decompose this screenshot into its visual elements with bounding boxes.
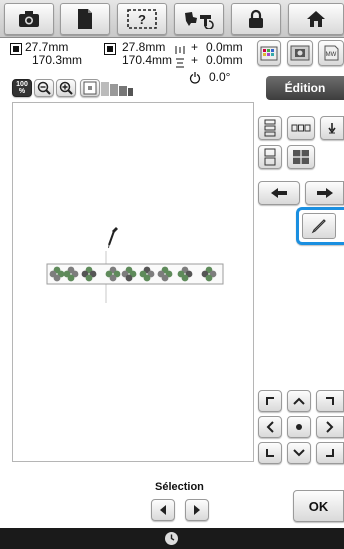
help-button[interactable]: ?	[117, 3, 167, 35]
corner-bottom-left-icon	[265, 448, 275, 458]
top-toolbar: ?	[0, 0, 344, 38]
arrow-right-button[interactable]	[305, 181, 344, 205]
thread-palette-icon	[260, 44, 278, 62]
scan-image-button[interactable]	[287, 40, 313, 66]
zoom-in-button[interactable]	[56, 79, 76, 97]
zoom-in-icon	[59, 81, 73, 95]
zoom-level-unit: %	[18, 88, 26, 95]
ok-button[interactable]: OK	[293, 490, 344, 522]
move-up-button[interactable]	[287, 390, 311, 412]
arrow-left-icon	[270, 187, 288, 199]
split-vertical-icon	[263, 148, 277, 166]
move-top-right-button[interactable]	[316, 390, 344, 412]
camera-button[interactable]	[4, 3, 54, 35]
center-dot-icon	[295, 423, 303, 431]
camera-icon	[18, 10, 40, 28]
corner-bottom-right-icon	[325, 448, 335, 458]
thread-color-button[interactable]	[257, 40, 281, 66]
zoom-out-button[interactable]	[34, 79, 54, 97]
vertical-offset-icon	[175, 55, 185, 73]
rotation-value: 0.0°	[209, 70, 231, 84]
help-icon: ?	[127, 9, 157, 29]
home-icon	[306, 10, 326, 28]
svg-text:?: ?	[138, 12, 146, 27]
corner-top-right-icon	[325, 396, 335, 406]
memory-button[interactable]: MW	[318, 40, 344, 66]
horizontal-layout-icon	[291, 123, 311, 133]
grid-view-icon	[83, 81, 97, 95]
height-value-1: 170.3mm	[32, 53, 83, 67]
selection-label: Sélection	[155, 481, 204, 493]
file-button[interactable]	[60, 3, 110, 35]
size-icon-2	[104, 42, 116, 60]
zoom-out-icon	[37, 81, 51, 95]
move-down-button-pad[interactable]	[287, 442, 311, 464]
needle-point-button[interactable]	[296, 207, 344, 245]
move-down-button[interactable]	[320, 116, 344, 140]
home-button[interactable]	[288, 3, 344, 35]
background-preview-icon	[101, 80, 133, 96]
status-bar	[0, 528, 344, 549]
grid-view-button[interactable]	[80, 79, 100, 97]
arrow-right-icon	[316, 187, 334, 199]
move-right-button[interactable]	[316, 416, 344, 438]
vertical-layout-icon	[263, 119, 277, 137]
embroidery-button[interactable]	[174, 3, 224, 35]
align-horizontal-button[interactable]	[287, 116, 315, 140]
embroidery-canvas[interactable]	[12, 102, 254, 462]
needle-point-button-face	[302, 213, 336, 239]
triangle-left-icon	[159, 505, 167, 515]
tab-edition[interactable]: Édition	[266, 76, 344, 100]
arrow-left-button[interactable]	[258, 181, 300, 205]
grid-fill-button[interactable]	[287, 145, 315, 169]
align-vertical-button[interactable]	[258, 116, 282, 140]
rotation-icon	[189, 71, 201, 89]
triangle-right-icon	[193, 505, 201, 515]
offset-y-sign: +	[191, 53, 199, 67]
move-bottom-left-button[interactable]	[258, 442, 282, 464]
chevron-right-icon	[326, 421, 334, 433]
zoom-level-text: 100%	[16, 81, 28, 95]
grid-fill-icon	[292, 149, 310, 165]
chevron-down-icon	[293, 449, 305, 457]
selection-prev-button[interactable]	[151, 499, 175, 521]
svg-text:MW: MW	[326, 52, 337, 58]
move-bottom-right-button[interactable]	[316, 442, 344, 464]
offset-y-value: 0.0mm	[206, 53, 243, 67]
chevron-up-icon	[293, 397, 305, 405]
move-left-button[interactable]	[258, 416, 282, 438]
zoom-level-value: 100	[16, 81, 28, 88]
lock-button[interactable]	[231, 3, 281, 35]
lock-icon	[248, 9, 264, 29]
arrow-down-small-icon	[327, 122, 337, 134]
move-top-left-button[interactable]	[258, 390, 282, 412]
needle-point-icon	[108, 227, 118, 249]
chevron-left-icon	[266, 421, 274, 433]
embroidery-machine-icon	[183, 9, 215, 29]
height-value-2: 170.4mm	[122, 53, 173, 67]
memory-icon: MW	[322, 44, 340, 62]
pen-icon	[311, 218, 327, 234]
move-center-button[interactable]	[287, 416, 311, 438]
design-preview	[46, 227, 224, 303]
selection-next-button[interactable]	[185, 499, 209, 521]
scan-image-icon	[290, 44, 310, 62]
split-vertical-button[interactable]	[258, 145, 282, 169]
document-icon	[76, 8, 94, 30]
corner-top-left-icon	[265, 396, 275, 406]
clock-icon	[164, 531, 179, 549]
size-icon-1	[10, 42, 22, 60]
zoom-100-button[interactable]: 100%	[12, 79, 32, 97]
